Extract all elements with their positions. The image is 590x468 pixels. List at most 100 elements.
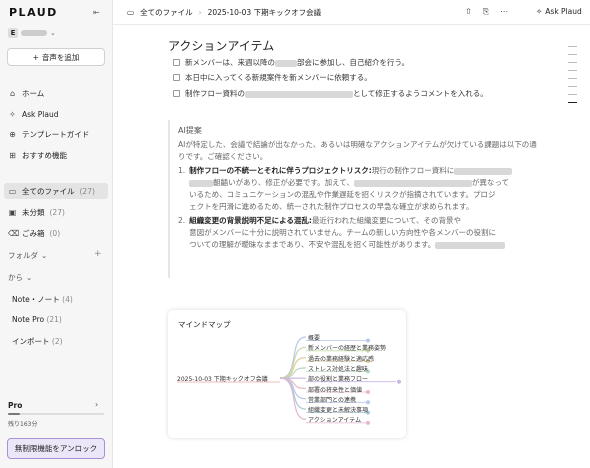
scrollbar[interactable] — [584, 25, 588, 468]
mindmap-branch-dot — [366, 400, 370, 405]
todo-text: 本日中に入ってくる新規案件を新メンバーに依頼する。 — [185, 73, 372, 82]
add-audio-label: 音声を追加 — [41, 52, 80, 62]
todo-item: 新メンバーは、来週以降の 部会に参加し、自己紹介を行う。 — [173, 57, 409, 68]
mindmap-branch[interactable]: アクションアイテム — [308, 415, 361, 424]
unlock-unlimited-button[interactable]: 無制限機能をアンロック — [7, 438, 105, 459]
template-icon: ⊕ — [9, 129, 16, 139]
plan-usage-fill — [8, 413, 20, 415]
chevron-down-icon: ⌄ — [41, 251, 48, 260]
action-items-heading: アクションアイテム — [168, 39, 275, 53]
source-import-label: インポート — [12, 337, 50, 346]
mindmap-branch[interactable]: 新メンバーの経歴と業務姿勢 — [308, 343, 386, 352]
plan-usage-bar — [8, 413, 104, 415]
trash-icon: ⌫ — [8, 228, 20, 238]
from-section-label: から — [8, 273, 23, 282]
redacted-text — [275, 59, 297, 67]
source-note-count: (4) — [62, 295, 73, 304]
source-note[interactable]: Note・ノート (4) — [12, 294, 73, 305]
ai-suggestion-intro: AIが特定した、会議で結論が出なかった、あるいは明確なアクションアイテムが欠けて… — [178, 140, 537, 161]
chevron-down-icon: ⌄ — [26, 273, 33, 282]
mindmap-branch-dot — [397, 379, 401, 384]
redacted-text — [245, 90, 353, 98]
nav-trash[interactable]: ⌫ ごみ箱 (0) — [8, 225, 106, 241]
source-note-pro-count: (21) — [46, 315, 62, 324]
todo-text: 制作フロー資料の として修正するようコメントを入れる。 — [185, 89, 488, 98]
item-heading: 制作フローの不統一とそれに伴うプロジェクトリスク: — [189, 166, 372, 175]
sidebar: PLAUD ⇤ E ⌄ + 音声を追加 ⌂ ホーム ✧ Ask Plaud ⊕ … — [0, 0, 113, 468]
nav-home[interactable]: ⌂ ホーム — [8, 85, 106, 101]
toolbar-icons: ⇧ ⎘ ⋯ — [465, 7, 508, 17]
ai-suggestion-item: 2. 組織変更の背景説明不足による混乱:最近行われた組織変更について、その背景や… — [178, 215, 538, 251]
ai-suggestion-title: AI提案 — [178, 126, 202, 135]
mindmap-card[interactable]: マインドマップ 2025-10-03 下期キックオフ会議 概要 新メンバーの経歴と… — [168, 310, 406, 438]
plus-icon: + — [32, 52, 39, 62]
nav-template-guide[interactable]: ⊕ テンプレートガイド — [8, 126, 106, 142]
todo-text: 新メンバーは、来週以降の 部会に参加し、自己紹介を行う。 — [185, 58, 410, 67]
uncategorized-count: (27) — [49, 207, 65, 217]
all-files-count: (27) — [79, 186, 95, 196]
source-note-pro-label: Note Pro — [12, 315, 45, 324]
mindmap-branch-dot — [366, 420, 370, 425]
workspace-name-redacted — [21, 30, 47, 36]
source-import[interactable]: インポート (2) — [12, 336, 63, 347]
folder-icon: ▭ — [127, 8, 135, 17]
folder-icon: ▭ — [8, 186, 17, 196]
todo-item: 本日中に入ってくる新規案件を新メンバーに依頼する。 — [173, 72, 372, 83]
table-of-contents-markers[interactable] — [568, 46, 578, 110]
mindmap-branch-dot — [366, 390, 370, 394]
source-note-label: Note・ノート — [12, 295, 60, 304]
mindmap-branch[interactable]: 部署の将来性と価値 — [308, 385, 362, 394]
plan-name: Pro — [8, 401, 23, 410]
chevron-right-icon[interactable]: › — [95, 400, 98, 409]
workspace-avatar: E — [8, 28, 18, 38]
export-icon[interactable]: ⎘ — [483, 7, 489, 17]
nav-uncategorized[interactable]: ▣ 未分類 (27) — [8, 204, 106, 220]
source-note-pro[interactable]: Note Pro (21) — [12, 315, 62, 324]
item-number: 1. — [178, 166, 186, 175]
chevron-down-icon: ⌄ — [50, 29, 56, 37]
mindmap-branch[interactable]: 概要 — [308, 333, 320, 342]
item-heading: 組織変更の背景説明不足による混乱: — [189, 216, 312, 225]
sparkle-icon: ✧ — [9, 109, 16, 119]
all-files-label: 全てのファイル — [22, 186, 75, 196]
chevron-right-icon: › — [198, 8, 202, 17]
nav-ask-label: Ask Plaud — [22, 109, 59, 119]
from-section-header[interactable]: から ⌄ — [8, 272, 32, 283]
nav-home-label: ホーム — [22, 88, 45, 98]
mindmap-branch[interactable]: 部の役割と業務フロー — [308, 374, 368, 383]
nav-recommended-label: おすすめ機能 — [22, 150, 67, 160]
ask-plaud-button[interactable]: ✧ Ask Plaud — [536, 7, 582, 16]
plaud-logo: PLAUD — [9, 6, 58, 19]
breadcrumb-all-files[interactable]: 全てのファイル — [140, 7, 193, 18]
folder-section-header[interactable]: フォルダ ⌄ — [8, 250, 47, 261]
ask-plaud-label: Ask Plaud — [545, 7, 582, 16]
ai-suggestion-item: 1. 制作フローの不統一とそれに伴うプロジェクトリスク:現行の制作フロー資料に … — [178, 165, 538, 213]
collapse-sidebar-icon[interactable]: ⇤ — [93, 8, 100, 17]
nav-recommended[interactable]: ⊞ おすすめ機能 — [8, 147, 106, 163]
add-folder-icon[interactable]: + — [94, 249, 102, 259]
todo-checkbox[interactable] — [173, 74, 180, 81]
mindmap-branch[interactable]: ストレス対処法と趣味 — [308, 364, 368, 373]
todo-checkbox[interactable] — [173, 59, 180, 66]
mindmap-branch[interactable]: 過去の業務経験と適応感 — [308, 354, 374, 363]
uncategorized-label: 未分類 — [22, 207, 45, 217]
mindmap-root: 2025-10-03 下期キックオフ会議 — [177, 376, 268, 383]
nav-all-files[interactable]: ▭ 全てのファイル (27) — [4, 183, 108, 199]
inbox-icon: ▣ — [8, 207, 17, 217]
breadcrumb: ▭ 全てのファイル › 2025-10-03 下期キックオフ会議 — [127, 7, 321, 18]
grid-icon: ⊞ — [9, 150, 16, 160]
mindmap-branch[interactable]: 組織変更と未解決事項 — [308, 405, 368, 414]
more-icon[interactable]: ⋯ — [500, 7, 508, 17]
topbar: ▭ 全てのファイル › 2025-10-03 下期キックオフ会議 ⇧ ⎘ ⋯ ✧… — [113, 0, 590, 25]
workspace-switcher[interactable]: E ⌄ — [8, 28, 56, 38]
share-icon[interactable]: ⇧ — [465, 7, 472, 17]
nav-template-label: テンプレートガイド — [22, 129, 90, 139]
add-audio-button[interactable]: + 音声を追加 — [7, 48, 105, 66]
item-number: 2. — [178, 216, 186, 225]
mindmap-branch[interactable]: 営業部門との連携 — [308, 395, 356, 404]
todo-checkbox[interactable] — [173, 90, 180, 97]
nav-ask-plaud[interactable]: ✧ Ask Plaud — [8, 106, 106, 122]
ai-suggestion-block: AI提案 AIが特定した、会議で結論が出なかった、あるいは明確なアクションアイテ… — [168, 120, 538, 278]
breadcrumb-file-title: 2025-10-03 下期キックオフ会議 — [207, 8, 322, 17]
home-icon: ⌂ — [9, 88, 16, 98]
